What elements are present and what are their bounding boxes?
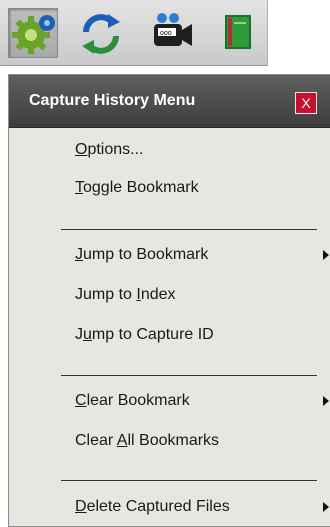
bookmark-book-button[interactable] xyxy=(214,8,264,58)
video-camera-icon: ooo xyxy=(154,13,192,46)
menu-item-mnemonic: u xyxy=(83,326,92,343)
menu-item-mnemonic: T xyxy=(75,179,83,196)
menu-item-mnemonic: D xyxy=(75,498,87,515)
menu-item-toggle-bookmark[interactable]: Toggle Bookmark xyxy=(75,174,325,202)
menu-item-jump-to-index[interactable]: Jump to Index xyxy=(75,281,325,309)
menu-item-text: ll Bookmarks xyxy=(127,432,220,449)
menu-item-text: elete Captured Files xyxy=(86,498,230,515)
menu-item-mnemonic: J xyxy=(75,246,83,263)
menu-item-mnemonic: C xyxy=(75,392,87,409)
refresh-button[interactable] xyxy=(76,8,126,58)
menu-item-mnemonic: O xyxy=(75,141,88,158)
menu-item-jump-to-bookmark[interactable]: Jump to Bookmark xyxy=(75,241,329,269)
menu-item-clear-all-bookmarks[interactable]: Clear All Bookmarks xyxy=(75,427,325,455)
menu-separator xyxy=(61,229,317,230)
refresh-arrows-icon xyxy=(82,14,120,54)
menu-item-options[interactable]: Options... xyxy=(75,136,325,164)
menu-item-jump-to-capture-id[interactable]: Jump to Capture ID xyxy=(75,321,325,349)
menu-title: Capture History Menu xyxy=(29,92,196,109)
settings-gear-icon xyxy=(12,15,55,54)
menu-separator xyxy=(61,375,317,376)
menu-item-text: ndex xyxy=(140,286,176,303)
close-button[interactable]: X xyxy=(295,92,317,114)
menu-item-text: Jump to xyxy=(75,286,137,303)
menu-item-text: ump to Bookmark xyxy=(83,246,209,263)
menu-item-text: ptions... xyxy=(87,141,144,158)
menu-separator xyxy=(61,480,317,481)
submenu-arrow-icon xyxy=(323,502,329,512)
menu-item-mnemonic: A xyxy=(116,432,128,449)
menu-item-text: Clear xyxy=(75,432,117,449)
menu-item-text: mp to Capture ID xyxy=(91,326,214,343)
toolbar: ooo xyxy=(0,0,268,66)
menu-item-text: lear Bookmark xyxy=(86,392,190,409)
menu-item-text: oggle Bookmark xyxy=(83,179,199,196)
capture-history-menu: Capture History Menu X Options... Toggle… xyxy=(8,74,330,527)
menu-item-clear-bookmark[interactable]: Clear Bookmark xyxy=(75,387,329,415)
green-book-icon xyxy=(225,15,251,49)
menu-item-text: J xyxy=(75,326,83,343)
settings-button[interactable] xyxy=(8,8,58,58)
submenu-arrow-icon xyxy=(323,250,329,260)
menu-title-bar: Capture History Menu X xyxy=(9,75,330,128)
submenu-arrow-icon xyxy=(323,396,329,406)
video-capture-button[interactable]: ooo xyxy=(146,8,196,58)
menu-item-delete-captured-files[interactable]: Delete Captured Files xyxy=(75,493,329,521)
svg-text:ooo: ooo xyxy=(160,30,172,37)
